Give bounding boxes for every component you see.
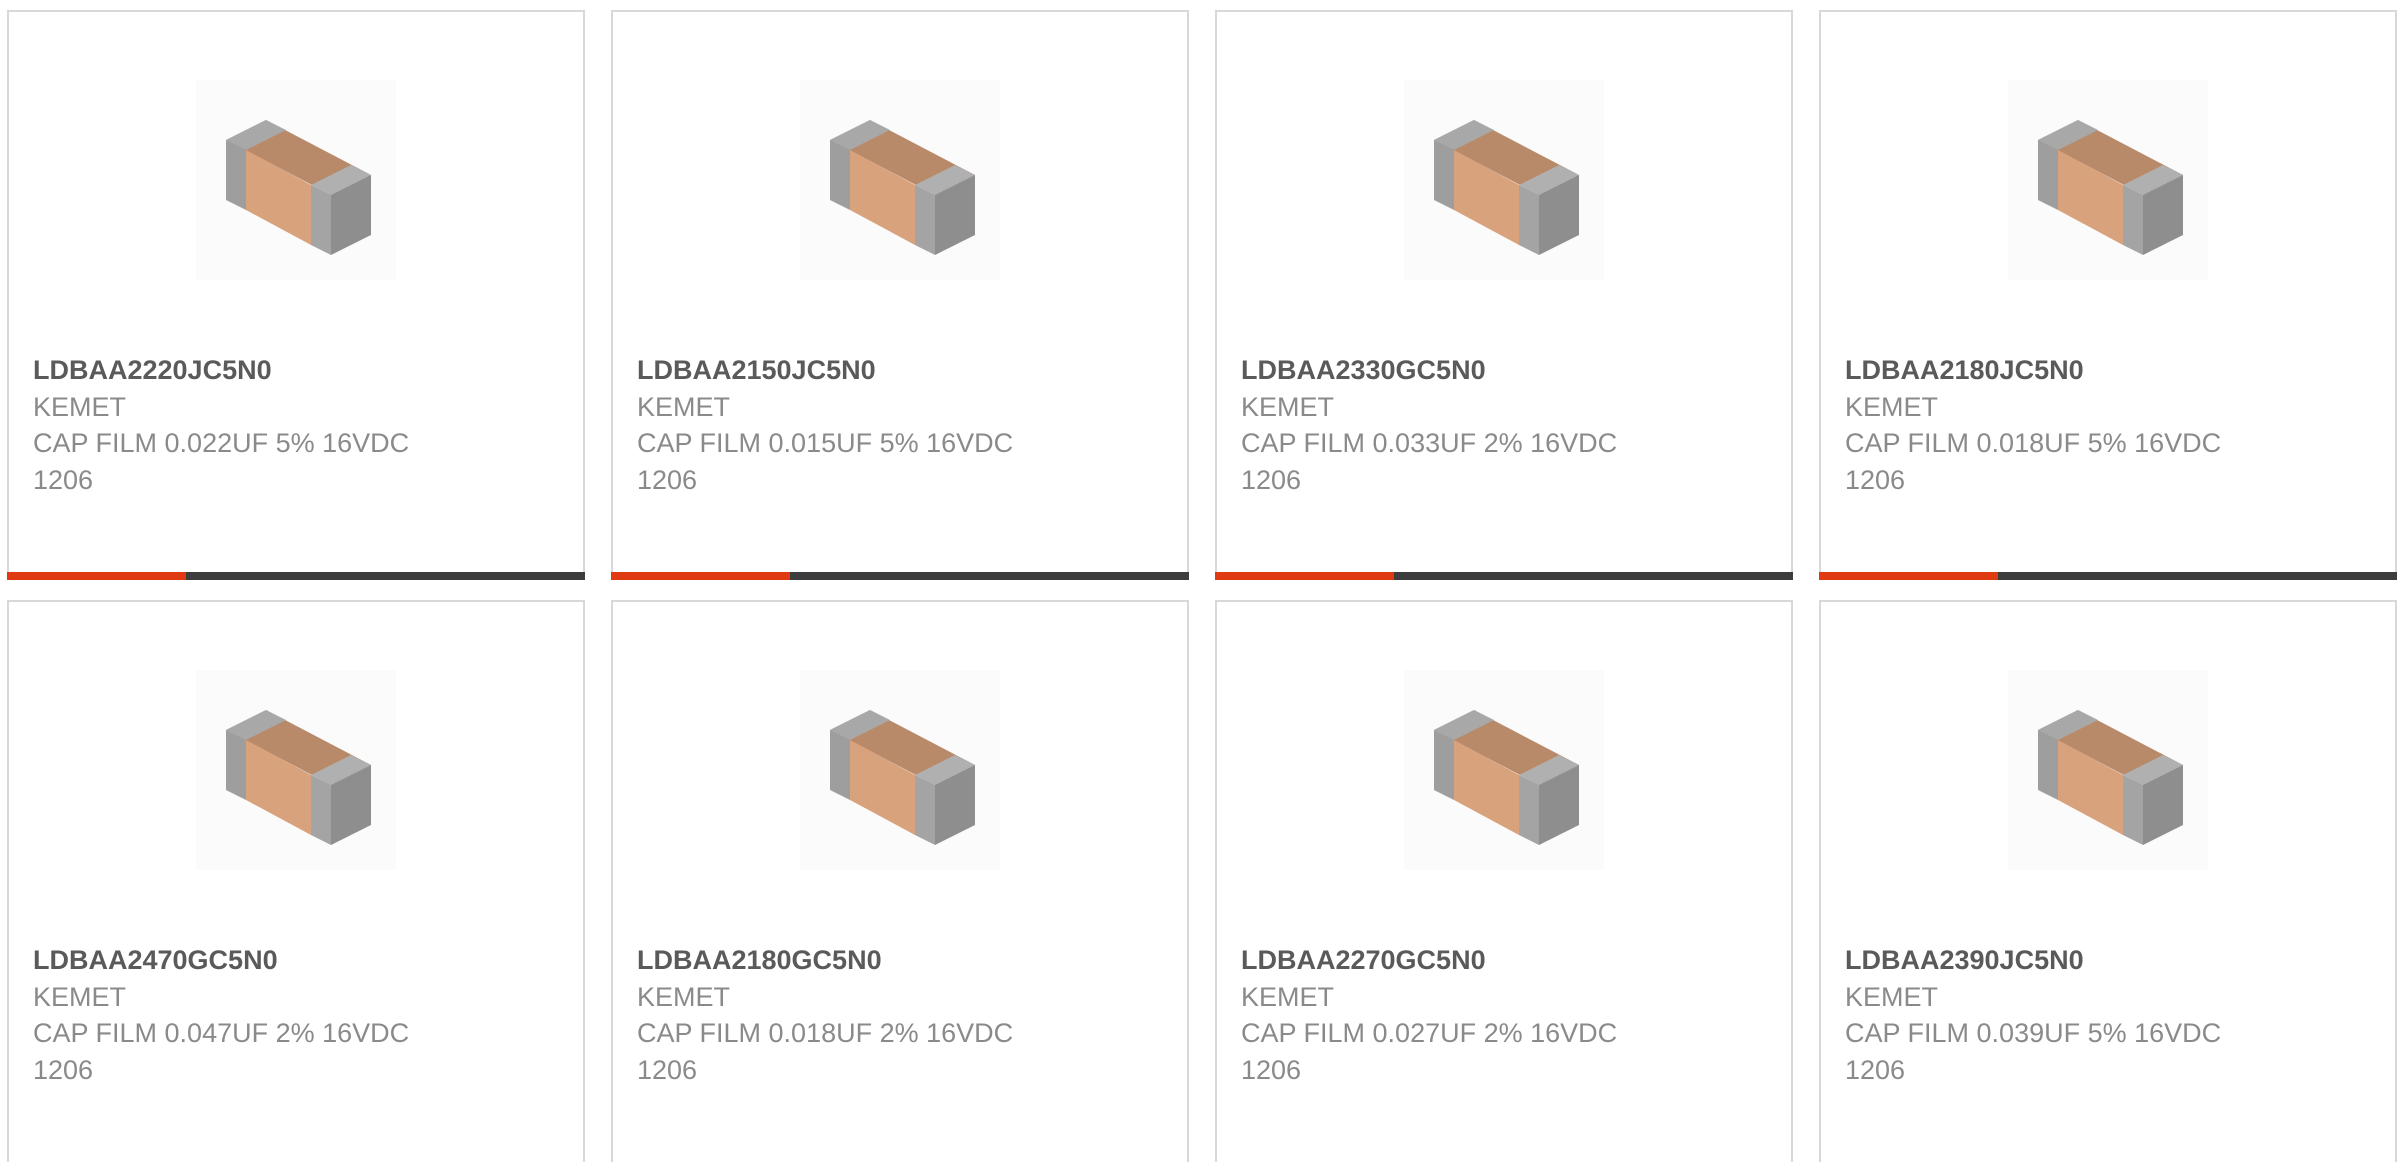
capacitor-chip-image: [1434, 120, 1579, 255]
product-image[interactable]: [2008, 670, 2208, 870]
progress-bar: [7, 572, 585, 580]
product-image[interactable]: [1404, 80, 1604, 280]
product-card[interactable]: LDBAA2390JC5N0 KEMET CAP FILM 0.039UF 5%…: [1819, 600, 2397, 1162]
description: CAP FILM 0.039UF 5% 16VDC: [1845, 1018, 2222, 1048]
package: 1206: [1845, 1054, 1906, 1085]
progress-fill: [611, 572, 791, 580]
description: CAP FILM 0.018UF 2% 16VDC: [637, 1018, 1014, 1048]
product-image[interactable]: [196, 80, 396, 280]
part-number[interactable]: LDBAA2150JC5N0: [637, 352, 1167, 389]
product-image[interactable]: [2008, 80, 2208, 280]
package: 1206: [637, 464, 698, 495]
progress-bar: [1215, 572, 1793, 580]
manufacturer: KEMET: [637, 391, 731, 422]
product-info: LDBAA2270GC5N0 KEMET CAP FILM 0.027UF 2%…: [1241, 942, 1771, 1088]
package: 1206: [1241, 464, 1302, 495]
product-image[interactable]: [800, 80, 1000, 280]
product-card[interactable]: LDBAA2180GC5N0 KEMET CAP FILM 0.018UF 2%…: [611, 600, 1189, 1162]
product-image[interactable]: [1404, 670, 1604, 870]
package: 1206: [33, 1054, 94, 1085]
manufacturer: KEMET: [33, 391, 127, 422]
product-info: LDBAA2470GC5N0 KEMET CAP FILM 0.047UF 2%…: [33, 942, 563, 1088]
product-card[interactable]: LDBAA2150JC5N0 KEMET CAP FILM 0.015UF 5%…: [611, 10, 1189, 580]
product-info: LDBAA2220JC5N0 KEMET CAP FILM 0.022UF 5%…: [33, 352, 563, 498]
product-grid: LDBAA2220JC5N0 KEMET CAP FILM 0.022UF 5%…: [0, 0, 2400, 1162]
description: CAP FILM 0.027UF 2% 16VDC: [1241, 1018, 1618, 1048]
progress-bar: [1819, 572, 2397, 580]
manufacturer: KEMET: [637, 981, 731, 1012]
description: CAP FILM 0.022UF 5% 16VDC: [33, 428, 410, 458]
product-info: LDBAA2390JC5N0 KEMET CAP FILM 0.039UF 5%…: [1845, 942, 2375, 1088]
description: CAP FILM 0.047UF 2% 16VDC: [33, 1018, 410, 1048]
manufacturer: KEMET: [1241, 391, 1335, 422]
part-number[interactable]: LDBAA2180JC5N0: [1845, 352, 2375, 389]
capacitor-chip-image: [2038, 710, 2183, 845]
capacitor-chip-image: [830, 120, 975, 255]
progress-bar: [611, 572, 1189, 580]
description: CAP FILM 0.018UF 5% 16VDC: [1845, 428, 2222, 458]
part-number[interactable]: LDBAA2330GC5N0: [1241, 352, 1771, 389]
capacitor-chip-image: [226, 120, 371, 255]
product-image[interactable]: [196, 670, 396, 870]
manufacturer: KEMET: [33, 981, 127, 1012]
progress-fill: [1819, 572, 1999, 580]
part-number[interactable]: LDBAA2470GC5N0: [33, 942, 563, 979]
description: CAP FILM 0.033UF 2% 16VDC: [1241, 428, 1618, 458]
progress-fill: [1215, 572, 1395, 580]
part-number[interactable]: LDBAA2180GC5N0: [637, 942, 1167, 979]
product-card[interactable]: LDBAA2270GC5N0 KEMET CAP FILM 0.027UF 2%…: [1215, 600, 1793, 1162]
part-number[interactable]: LDBAA2390JC5N0: [1845, 942, 2375, 979]
manufacturer: KEMET: [1845, 391, 1939, 422]
product-info: LDBAA2180JC5N0 KEMET CAP FILM 0.018UF 5%…: [1845, 352, 2375, 498]
product-info: LDBAA2180GC5N0 KEMET CAP FILM 0.018UF 2%…: [637, 942, 1167, 1088]
capacitor-chip-image: [1434, 710, 1579, 845]
description: CAP FILM 0.015UF 5% 16VDC: [637, 428, 1014, 458]
part-number[interactable]: LDBAA2220JC5N0: [33, 352, 563, 389]
package: 1206: [1241, 1054, 1302, 1085]
product-info: LDBAA2330GC5N0 KEMET CAP FILM 0.033UF 2%…: [1241, 352, 1771, 498]
package: 1206: [1845, 464, 1906, 495]
product-card[interactable]: LDBAA2180JC5N0 KEMET CAP FILM 0.018UF 5%…: [1819, 10, 2397, 580]
part-number[interactable]: LDBAA2270GC5N0: [1241, 942, 1771, 979]
package: 1206: [637, 1054, 698, 1085]
manufacturer: KEMET: [1845, 981, 1939, 1012]
product-image[interactable]: [800, 670, 1000, 870]
manufacturer: KEMET: [1241, 981, 1335, 1012]
product-info: LDBAA2150JC5N0 KEMET CAP FILM 0.015UF 5%…: [637, 352, 1167, 498]
product-card[interactable]: LDBAA2470GC5N0 KEMET CAP FILM 0.047UF 2%…: [7, 600, 585, 1162]
capacitor-chip-image: [830, 710, 975, 845]
capacitor-chip-image: [2038, 120, 2183, 255]
product-card[interactable]: LDBAA2220JC5N0 KEMET CAP FILM 0.022UF 5%…: [7, 10, 585, 580]
product-card[interactable]: LDBAA2330GC5N0 KEMET CAP FILM 0.033UF 2%…: [1215, 10, 1793, 580]
progress-fill: [7, 572, 187, 580]
package: 1206: [33, 464, 94, 495]
capacitor-chip-image: [226, 710, 371, 845]
